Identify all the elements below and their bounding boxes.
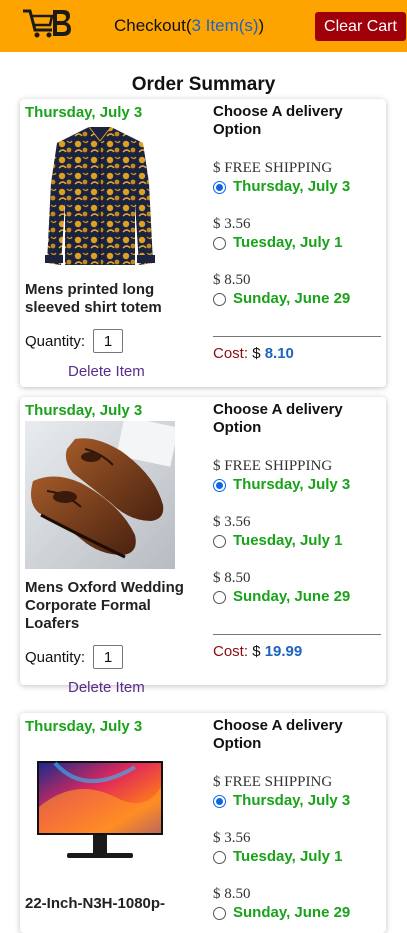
product-name: Mens printed long sleeved shirt totem <box>25 281 162 316</box>
divider <box>213 634 381 635</box>
shipping-price: $ 3.56 <box>213 514 251 530</box>
delivery-option-date: Tuesday, July 1 <box>233 848 343 865</box>
delivery-option-date: Tuesday, July 1 <box>233 532 343 549</box>
radio-button[interactable] <box>213 535 226 548</box>
radio-button[interactable] <box>213 591 226 604</box>
shipping-price: $ 3.56 <box>213 216 251 232</box>
monitor-image <box>25 737 175 885</box>
delivery-option-date: Thursday, July 3 <box>233 476 351 493</box>
shipping-price: $ FREE SHIPPING <box>213 458 333 474</box>
radio-button[interactable] <box>213 907 226 920</box>
cart-item-card: Thursday, July 3 Mens Oxford Wedding Cor… <box>20 397 386 696</box>
delivery-option-heading: Choose A delivery Option <box>213 401 343 436</box>
header-bar: Checkout(3 Item(s)) Clear Cart <box>0 0 407 52</box>
quantity-label: Quantity: <box>25 333 86 350</box>
cost-value: 19.99 <box>264 643 303 660</box>
radio-button[interactable] <box>213 293 226 306</box>
item-delivery-date: Thursday, July 3 <box>25 104 143 121</box>
delivery-option-date: Sunday, June 29 <box>233 588 351 605</box>
item-delivery-date: Thursday, July 3 <box>25 718 143 735</box>
radio-button[interactable] <box>213 181 226 194</box>
cart-item-card: Thursday, July 3 22-Inch-N3H-1080p- Choo… <box>20 713 386 933</box>
shirt-image <box>25 123 175 271</box>
checkout-title: Checkout(3 Item(s)) <box>114 16 265 35</box>
quantity-input[interactable] <box>93 645 123 669</box>
clear-cart-button[interactable]: Clear Cart <box>315 12 406 41</box>
shipping-price: $ FREE SHIPPING <box>213 160 333 176</box>
radio-button[interactable] <box>213 237 226 250</box>
cost-value: 8.10 <box>264 345 294 362</box>
delivery-option-date: Sunday, June 29 <box>233 904 351 921</box>
shipping-price: $ FREE SHIPPING <box>213 774 333 790</box>
shipping-price: $ 8.50 <box>213 886 251 902</box>
delivery-option-date: Tuesday, July 1 <box>233 234 343 251</box>
delivery-option-date: Thursday, July 3 <box>233 178 351 195</box>
item-cost: Cost: $ 8.10 <box>213 345 294 362</box>
shipping-price: $ 3.56 <box>213 830 251 846</box>
item-cost: Cost: $ 19.99 <box>213 643 303 660</box>
order-summary-title: Order Summary <box>131 74 276 95</box>
radio-button[interactable] <box>213 479 226 492</box>
cart-item-card: Thursday, July 3 Mens printed long sleev… <box>20 99 386 387</box>
radio-button[interactable] <box>213 851 226 864</box>
shipping-price: $ 8.50 <box>213 570 251 586</box>
shoes-image <box>25 421 175 569</box>
delivery-option-date: Thursday, July 3 <box>233 792 351 809</box>
delivery-option-heading: Choose A delivery Option <box>213 717 343 752</box>
item-count: 3 Item(s) <box>191 16 259 35</box>
delete-item-link[interactable]: Delete Item <box>68 679 145 696</box>
delete-item-link[interactable]: Delete Item <box>68 363 145 380</box>
product-name: Mens Oxford Wedding Corporate Formal Loa… <box>25 579 184 632</box>
delivery-option-date: Sunday, June 29 <box>233 290 351 307</box>
radio-button[interactable] <box>213 795 226 808</box>
quantity-label: Quantity: <box>25 649 86 666</box>
item-delivery-date: Thursday, July 3 <box>25 402 143 419</box>
quantity-input[interactable] <box>93 329 123 353</box>
divider <box>213 336 381 337</box>
shipping-price: $ 8.50 <box>213 272 251 288</box>
cart-logo-icon[interactable] <box>22 8 72 40</box>
product-name: 22-Inch-N3H-1080p- <box>25 895 166 912</box>
delivery-option-heading: Choose A delivery Option <box>213 103 343 138</box>
